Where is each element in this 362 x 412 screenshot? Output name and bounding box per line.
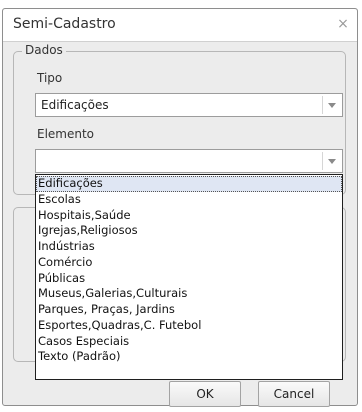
dropdown-option[interactable]: Comércio <box>36 255 342 271</box>
dropdown-option[interactable]: Públicas <box>36 271 342 287</box>
chevron-down-icon[interactable] <box>322 96 340 114</box>
dropdown-option[interactable]: Igrejas,Religiosos <box>36 223 342 239</box>
tipo-select[interactable]: Edificações <box>35 93 343 117</box>
dropdown-option[interactable]: Escolas <box>36 192 342 208</box>
chevron-down-icon[interactable] <box>322 152 340 170</box>
close-icon[interactable]: × <box>335 16 351 32</box>
dropdown-option[interactable]: Edificações <box>36 176 342 192</box>
cancel-button[interactable]: Cancel <box>258 381 330 407</box>
tipo-select-value: Edificações <box>41 98 109 112</box>
elemento-select[interactable] <box>35 149 343 173</box>
dropdown-option[interactable]: Casos Especiais <box>36 334 342 350</box>
dropdown-option[interactable]: Indústrias <box>36 239 342 255</box>
ok-button[interactable]: OK <box>169 381 241 407</box>
title-bar: Semi-Cadastro × <box>3 9 357 42</box>
dropdown-option[interactable]: Parques, Praças, Jardins <box>36 302 342 318</box>
dropdown-option[interactable]: Museus,Galerias,Culturais <box>36 286 342 302</box>
tipo-label: Tipo <box>37 71 63 85</box>
elemento-label: Elemento <box>37 127 95 141</box>
dados-legend: Dados <box>22 43 66 57</box>
dropdown-option[interactable]: Texto (Padrão) <box>36 349 342 365</box>
dropdown-option[interactable]: Esportes,Quadras,C. Futebol <box>36 318 342 334</box>
dropdown-option[interactable]: Hospitais,Saúde <box>36 208 342 224</box>
window-title: Semi-Cadastro <box>13 16 116 32</box>
elemento-dropdown-list[interactable]: Edificações Escolas Hospitais,Saúde Igrejas… <box>35 174 343 380</box>
